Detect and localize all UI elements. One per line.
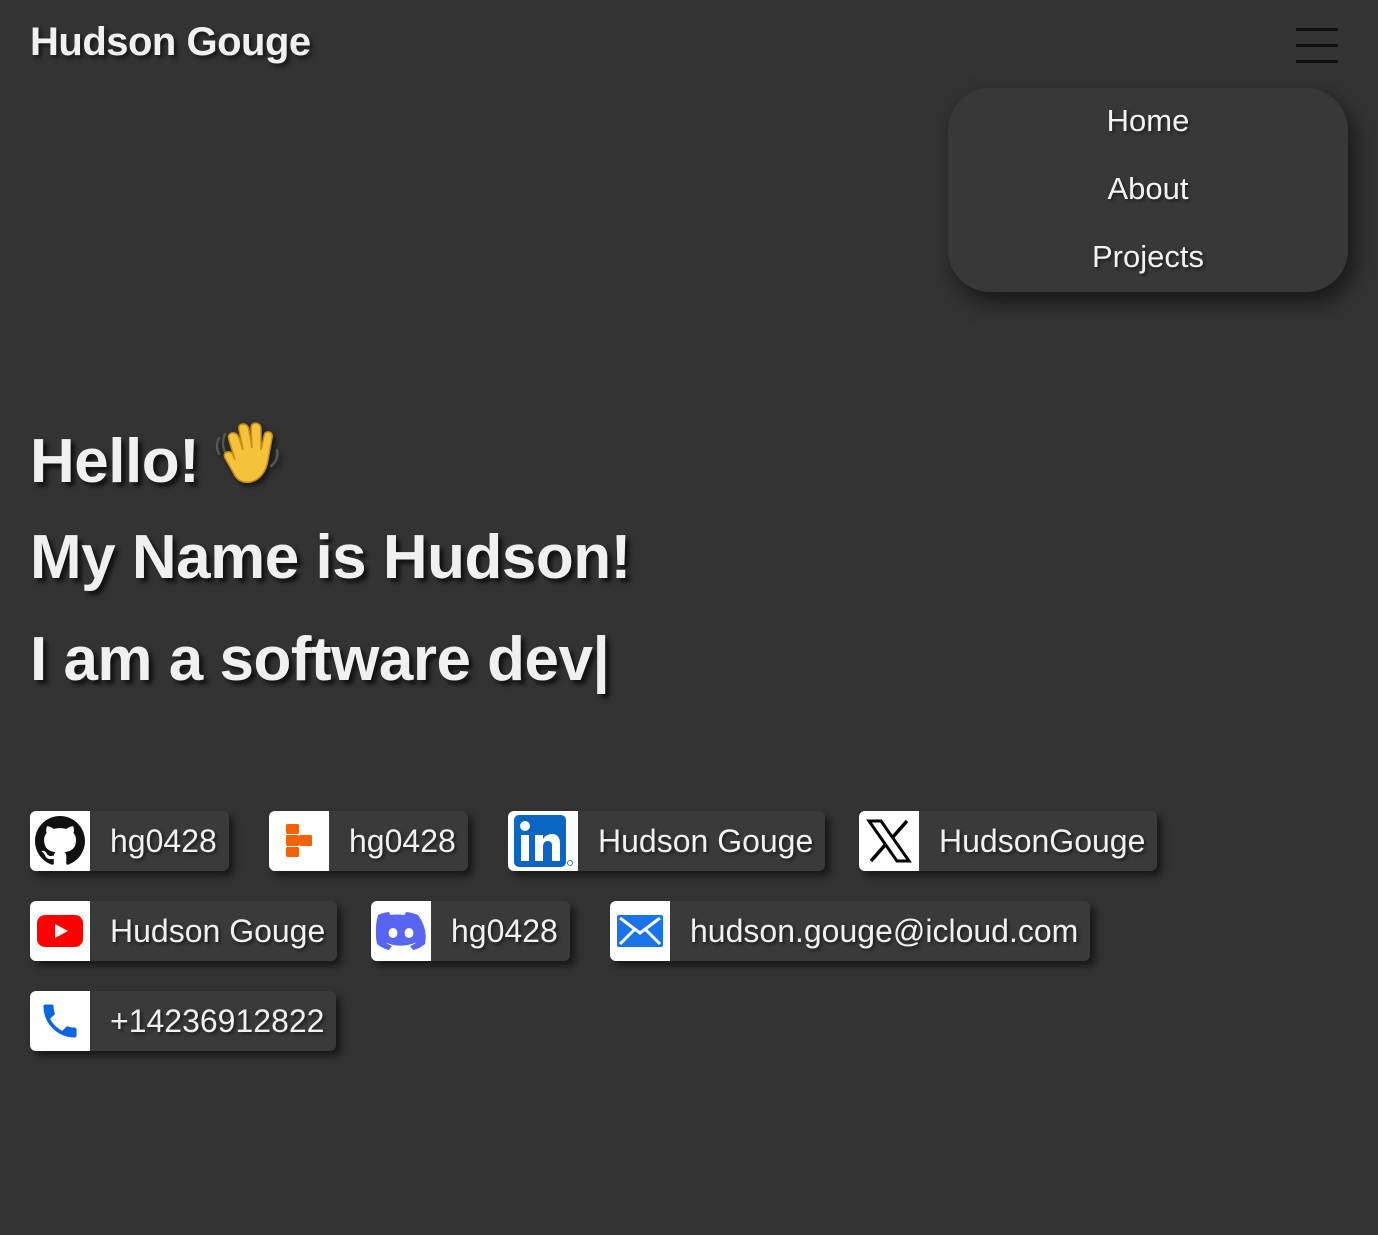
replit-icon (269, 811, 329, 871)
hero-greeting: Hello! (30, 427, 200, 496)
contact-label: HudsonGouge (939, 823, 1146, 859)
discord-icon (371, 901, 431, 961)
x-icon (859, 811, 919, 871)
contact-label: hg0428 (110, 823, 217, 859)
contact-youtube[interactable]: Hudson Gouge (30, 901, 338, 961)
hamburger-bar (1296, 28, 1338, 31)
nav-item-home[interactable]: Home (948, 103, 1348, 139)
contact-linkedin[interactable]: Hudson Gouge (508, 811, 826, 871)
waving-hand-icon (213, 420, 283, 503)
nav-item-projects[interactable]: Projects (948, 239, 1348, 275)
hamburger-bar (1296, 60, 1338, 63)
github-icon (30, 811, 90, 871)
contact-label: Hudson Gouge (110, 913, 326, 949)
linkedin-icon (508, 811, 578, 871)
contact-discord[interactable]: hg0428 (371, 901, 570, 961)
contact-label: hudson.gouge@icloud.com (690, 913, 1079, 949)
nav-dropdown-menu: Home About Projects (948, 88, 1348, 292)
hamburger-menu-icon[interactable] (1296, 26, 1338, 64)
contact-label: +14236912822 (110, 1003, 325, 1039)
contact-label: hg0428 (451, 913, 558, 949)
hero-name-line: My Name is Hudson! (30, 523, 631, 592)
contact-replit[interactable]: hg0428 (269, 811, 468, 871)
contact-x[interactable]: HudsonGouge (859, 811, 1158, 871)
contact-label: hg0428 (349, 823, 456, 859)
hamburger-bar (1296, 44, 1338, 47)
youtube-icon (30, 901, 90, 961)
hero-greeting-line: Hello! (30, 420, 283, 503)
contact-label: Hudson Gouge (598, 823, 814, 859)
nav-item-about[interactable]: About (948, 171, 1348, 207)
contact-phone[interactable]: +14236912822 (30, 991, 337, 1051)
hero-typing-line: I am a software dev| (30, 625, 610, 694)
site-title[interactable]: Hudson Gouge (30, 20, 311, 65)
mail-icon (610, 901, 670, 961)
phone-icon (30, 991, 90, 1051)
contact-email[interactable]: hudson.gouge@icloud.com (610, 901, 1091, 961)
contact-github[interactable]: hg0428 (30, 811, 229, 871)
